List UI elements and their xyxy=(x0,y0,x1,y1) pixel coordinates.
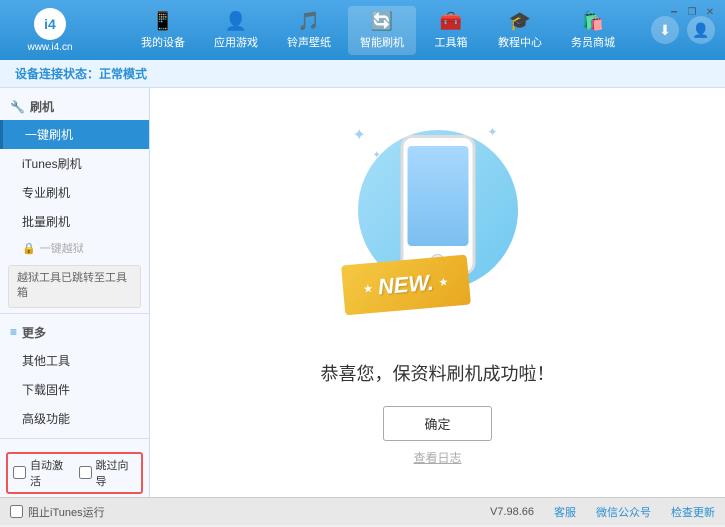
sidebar-item-pro-flash[interactable]: 专业刷机 xyxy=(0,178,149,207)
log-link[interactable]: 查看日志 xyxy=(413,449,461,466)
service-icon: 🛍️ xyxy=(582,11,604,32)
tutorial-icon: 🎓 xyxy=(509,11,531,32)
flash-group-icon: 🔧 xyxy=(10,100,25,114)
phone-screen xyxy=(407,146,468,246)
close-button[interactable]: ✕ xyxy=(703,5,717,19)
sparkle-icon-2: ✦ xyxy=(487,125,497,139)
sidebar: 🔧 刷机 一键刷机 iTunes刷机 专业刷机 批量刷机 🔒 一键越狱 越狱工具… xyxy=(0,88,150,497)
manual-activate-option[interactable]: 跳过向导 xyxy=(79,457,137,489)
nav-my-device-label: 我的设备 xyxy=(141,34,185,50)
auto-activate-checkbox[interactable] xyxy=(13,466,26,479)
new-ribbon: ★ NEW. ★ xyxy=(341,254,470,315)
my-device-icon: 📱 xyxy=(152,11,174,32)
activation-options-box: 自动激活 跳过向导 xyxy=(6,452,143,494)
nav-bar: 📱 我的设备 👤 应用游戏 🎵 铃声壁纸 🔄 智能刷机 🧰 工具箱 🎓 xyxy=(105,6,651,55)
logo-area: i4 www.i4.cn xyxy=(10,8,90,53)
stop-itunes-control: 阻止iTunes运行 xyxy=(10,504,105,520)
header-right: ⬇ 👤 xyxy=(651,16,715,44)
footer-link-update[interactable]: 检查更新 xyxy=(671,504,715,520)
nav-smart-flash-label: 智能刷机 xyxy=(360,34,404,50)
star-icon-left: ★ xyxy=(362,281,373,295)
restore-button[interactable]: ❐ xyxy=(685,5,699,19)
sidebar-item-one-click-flash[interactable]: 一键刷机 xyxy=(0,120,149,149)
nav-tutorial[interactable]: 🎓 教程中心 xyxy=(486,6,554,55)
window-controls: 🗕 ❐ ✕ xyxy=(667,5,717,19)
nav-smart-flash[interactable]: 🔄 智能刷机 xyxy=(348,6,416,55)
toolbox-icon: 🧰 xyxy=(440,11,462,32)
sub-header-status: 正常模式 xyxy=(99,65,147,82)
auto-activate-option[interactable]: 自动激活 xyxy=(13,457,71,489)
sidebar-item-advanced[interactable]: 高级功能 xyxy=(0,404,149,433)
sidebar-item-other-tools[interactable]: 其他工具 xyxy=(0,346,149,375)
user-button[interactable]: 👤 xyxy=(687,16,715,44)
sidebar-item-batch-flash[interactable]: 批量刷机 xyxy=(0,207,149,236)
new-label: NEW. xyxy=(376,269,434,300)
footer-links: V7.98.66 客服 微信公众号 检查更新 xyxy=(105,504,715,520)
smart-flash-icon: 🔄 xyxy=(371,11,393,32)
sparkle-icon-3: ✦ xyxy=(373,150,381,161)
logo-subtitle: www.i4.cn xyxy=(27,42,72,53)
sidebar-item-jailbreak: 🔒 一键越狱 xyxy=(0,236,149,260)
nav-tutorial-label: 教程中心 xyxy=(498,34,542,50)
sidebar-divider-1 xyxy=(0,313,149,314)
sparkle-icon-1: ✦ xyxy=(353,125,366,145)
main-layout: 🔧 刷机 一键刷机 iTunes刷机 专业刷机 批量刷机 🔒 一键越狱 越狱工具… xyxy=(0,88,725,497)
sidebar-group-flash: 🔧 刷机 xyxy=(0,93,149,120)
phone-illustration: ✦ ✦ ✦ ★ NEW. ★ xyxy=(348,120,528,340)
nav-toolbox-label: 工具箱 xyxy=(435,34,468,50)
version-label: V7.98.66 xyxy=(490,506,534,518)
confirm-button[interactable]: 确定 xyxy=(383,406,491,441)
nav-ringtone[interactable]: 🎵 铃声壁纸 xyxy=(275,6,343,55)
footer-bar: 阻止iTunes运行 V7.98.66 客服 微信公众号 检查更新 xyxy=(0,497,725,525)
nav-my-device[interactable]: 📱 我的设备 xyxy=(129,6,197,55)
content-area: ✦ ✦ ✦ ★ NEW. ★ 恭喜您，保资料刷机成功啦！ 确定 查看日志 xyxy=(150,88,725,497)
sidebar-group-more: ≡ 更多 xyxy=(0,319,149,346)
nav-service[interactable]: 🛍️ 务员商城 xyxy=(559,6,627,55)
nav-toolbox[interactable]: 🧰 工具箱 xyxy=(421,6,481,55)
footer-link-wechat[interactable]: 微信公众号 xyxy=(596,504,651,520)
app-header: i4 www.i4.cn 📱 我的设备 👤 应用游戏 🎵 铃声壁纸 🔄 智能刷机 xyxy=(0,0,725,60)
nav-ringtone-label: 铃声壁纸 xyxy=(287,34,331,50)
sidebar-divider-2 xyxy=(0,438,149,439)
sub-header-prefix: 设备连接状态： xyxy=(15,65,99,82)
stop-itunes-label: 阻止iTunes运行 xyxy=(28,504,105,520)
lock-icon: 🔒 xyxy=(22,242,36,255)
star-icon-right: ★ xyxy=(437,274,448,288)
nav-apps-games-label: 应用游戏 xyxy=(214,34,258,50)
phone-body xyxy=(400,135,475,275)
minimize-button[interactable]: 🗕 xyxy=(667,5,681,19)
nav-service-label: 务员商城 xyxy=(571,34,615,50)
sub-header: 设备连接状态： 正常模式 xyxy=(0,60,725,88)
footer-link-homepage[interactable]: 客服 xyxy=(554,504,576,520)
apps-games-icon: 👤 xyxy=(225,11,247,32)
sidebar-info-box: 越狱工具已跳转至工具箱 xyxy=(8,265,141,308)
sidebar-bottom-controls: 自动激活 跳过向导 📱 iPhone 15 Pro Max 512GB iPho… xyxy=(0,444,149,497)
nav-apps-games[interactable]: 👤 应用游戏 xyxy=(202,6,270,55)
manual-activate-checkbox[interactable] xyxy=(79,466,92,479)
sidebar-item-itunes-flash[interactable]: iTunes刷机 xyxy=(0,149,149,178)
logo-icon: i4 xyxy=(34,8,66,40)
sidebar-item-download-firmware[interactable]: 下载固件 xyxy=(0,375,149,404)
success-message: 恭喜您，保资料刷机成功啦！ xyxy=(321,360,555,386)
ringtone-icon: 🎵 xyxy=(298,11,320,32)
more-group-icon: ≡ xyxy=(10,325,17,339)
stop-itunes-checkbox[interactable] xyxy=(10,505,23,518)
